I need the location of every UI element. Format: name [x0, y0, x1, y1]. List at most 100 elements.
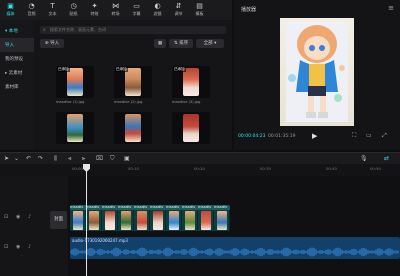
media-thumb[interactable] — [114, 112, 152, 144]
sort-icon: ⇅ — [173, 41, 178, 46]
media-thumb[interactable]: 已添加 — [114, 66, 152, 98]
grid-icon: ▦ — [157, 41, 163, 46]
playhead[interactable] — [86, 164, 87, 276]
undo-icon[interactable]: ↶ — [26, 155, 31, 162]
crop-icon[interactable]: ⛶ — [352, 132, 356, 140]
filter-button[interactable]: 全部 ▾ — [196, 39, 224, 48]
media-thumb[interactable]: 已添加 — [172, 66, 210, 98]
media-thumb[interactable] — [172, 112, 210, 144]
video-track[interactable]: maxdiv maxdiv maxdiv maxdiv maxdiv maxdi… — [70, 205, 230, 231]
video-clip[interactable]: maxdiv — [86, 205, 102, 231]
ruler-tick: 00:30 — [260, 166, 271, 171]
mute-icon[interactable]: ♪ — [28, 214, 31, 220]
cover-button[interactable]: 封面 — [50, 211, 67, 229]
tool-audio[interactable]: ◔ 音频 — [21, 0, 42, 20]
tool-caption[interactable]: ▭ 字幕 — [126, 0, 147, 20]
current-time: 00:00:04:23 — [238, 134, 266, 139]
preview-illustration — [286, 22, 348, 122]
video-clip[interactable]: maxdiv — [214, 205, 230, 231]
snap-toggle-icon[interactable]: ⇄ — [384, 155, 389, 162]
tool-label: 调节 — [174, 11, 183, 16]
thumbnail-image — [125, 114, 141, 142]
import-button[interactable]: ⊕ 导入 — [40, 39, 64, 48]
video-clip[interactable]: maxdiv — [150, 205, 166, 231]
marker-icon[interactable]: ⛉ — [110, 155, 115, 163]
split-icon[interactable]: ⫼ — [54, 155, 57, 163]
player-title: 播放器 — [241, 7, 257, 13]
video-clip[interactable]: maxdiv — [102, 205, 118, 231]
video-clip[interactable]: maxdiv — [198, 205, 214, 231]
search-input[interactable]: ⌕ 搜索文件名称、画面元素、台词 — [40, 26, 226, 34]
clip-thumbnail — [105, 211, 115, 230]
added-badge: 已添加 — [173, 67, 186, 72]
tool-label: 贴纸 — [69, 11, 78, 16]
ratio-icon[interactable]: ▭ — [366, 132, 372, 139]
total-time: 00:01:35:19 — [268, 134, 296, 139]
tool-effects[interactable]: ✦ 特效 — [84, 0, 105, 20]
template-icon: ▤ — [196, 2, 203, 10]
video-clip[interactable]: maxdiv — [118, 205, 134, 231]
tool-transition[interactable]: ⋈ 转场 — [105, 0, 126, 20]
visibility-icon[interactable]: ◉ — [16, 244, 20, 250]
split-left-icon[interactable]: ⫷ — [68, 155, 71, 163]
tool-label: 模板 — [195, 11, 204, 16]
sidebar-item-local[interactable]: ▾ 本地 — [0, 24, 34, 38]
media-thumb[interactable] — [56, 112, 94, 144]
clip-thumbnail — [201, 211, 211, 230]
split-right-icon[interactable]: ⫸ — [82, 155, 85, 163]
thumbnail-image — [67, 68, 83, 96]
tool-adjust[interactable]: ⇵ 调节 — [168, 0, 189, 20]
delete-icon[interactable]: ⌧ — [96, 155, 103, 162]
tool-media[interactable]: ▣ 媒体 — [0, 0, 21, 20]
sidebar-item-library[interactable]: 素材库 — [0, 80, 34, 94]
crop-tool-icon[interactable]: ▣ — [124, 155, 130, 162]
audio-filename: audio-1730192060247.mp3 — [72, 238, 128, 243]
tool-label: 字幕 — [132, 11, 141, 16]
mute-icon[interactable]: ♪ — [28, 244, 31, 250]
audio-track[interactable]: audio-1730192060247.mp3 — [70, 237, 400, 259]
tool-label: 转场 — [111, 11, 120, 16]
clip-thumbnail — [121, 211, 131, 230]
chevron-down-icon[interactable]: ⌄ — [14, 155, 19, 162]
sidebar-item-cloud[interactable]: ▸ 云素材 — [0, 66, 34, 80]
media-panel: ⌕ 搜索文件名称、画面元素、台词 ⊕ 导入 ▦ ⇅ 排序 全部 ▾ 已添加 ma… — [34, 20, 232, 150]
view-toggle[interactable]: ▦ — [154, 39, 166, 48]
tool-sticker[interactable]: ◷ 贴纸 — [63, 0, 84, 20]
fullscreen-icon[interactable]: ⤢ — [382, 132, 387, 140]
redo-icon[interactable]: ↷ — [38, 155, 43, 162]
sidebar-item-import[interactable]: 导入 — [0, 38, 34, 52]
added-badge: 已添加 — [57, 67, 70, 72]
clip-thumbnail — [137, 211, 147, 230]
waveform-path — [70, 247, 399, 257]
tool-filter[interactable]: ◐ 滤镜 — [147, 0, 168, 20]
timeline-ruler[interactable]: 00:00 00:10 00:20 00:30 00:40 00:50 — [0, 164, 400, 176]
side-menu: ▾ 本地 导入 我的预设 ▸ 云素材 素材库 — [0, 20, 34, 150]
clip-thumbnail — [217, 211, 227, 230]
video-clip[interactable]: maxdiv — [182, 205, 198, 231]
clip-thumbnail — [153, 211, 163, 230]
video-clip[interactable]: maxdiv — [166, 205, 182, 231]
visibility-icon[interactable]: ◉ — [16, 214, 20, 220]
timeline-toolbar: ➤ ⌄ ↶ ↷ ⫼ ⫷ ⫸ ⌧ ⛉ ▣ 🎙 ⇄ — [0, 152, 400, 164]
clip-label: maxdiv — [86, 205, 102, 210]
lock-icon[interactable]: ⊡ — [4, 214, 8, 220]
ruler-tick: 00:40 — [326, 166, 337, 171]
video-clip[interactable]: maxdiv — [134, 205, 150, 231]
video-clip[interactable]: maxdiv — [70, 205, 86, 231]
select-tool-icon[interactable]: ➤ — [4, 155, 9, 162]
microphone-icon[interactable]: 🎙 — [360, 155, 368, 162]
sidebar-item-presets[interactable]: 我的预设 — [0, 52, 34, 66]
media-thumb[interactable]: 已添加 — [56, 66, 94, 98]
clip-thumbnail — [169, 211, 179, 230]
menu-icon[interactable]: ≡ — [388, 4, 394, 12]
search-placeholder: 搜索文件名称、画面元素、台词 — [50, 27, 106, 32]
lock-icon[interactable]: ⊡ — [4, 244, 8, 250]
tool-label: 滤镜 — [153, 11, 162, 16]
media-filename: maxdive (1).jpg — [56, 100, 85, 104]
sticker-icon: ◷ — [70, 2, 77, 10]
play-button[interactable]: ▶ — [312, 132, 317, 140]
tool-text[interactable]: T 文本 — [42, 0, 63, 20]
tool-template[interactable]: ▤ 模板 — [189, 0, 210, 20]
thumbnail-image — [125, 68, 141, 96]
sort-button[interactable]: ⇅ 排序 — [169, 39, 193, 48]
